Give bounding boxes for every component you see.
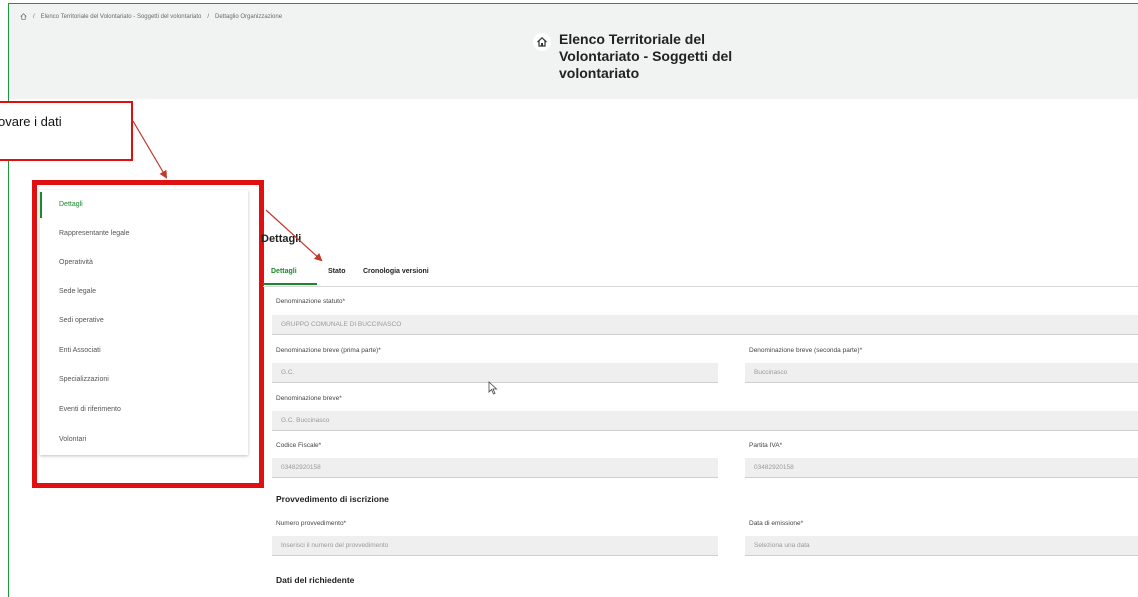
breadcrumb-separator: / [207, 13, 209, 20]
tab-bar: Dettagli Stato Cronologia versioni [263, 262, 1138, 287]
provvedimento-heading: Provvedimento di iscrizione [276, 494, 389, 504]
denominazione-breve-label: Denominazione breve* [276, 395, 342, 402]
tab-stato[interactable]: Stato [328, 268, 346, 275]
denominazione-breve-prima-label: Denominazione breve (prima parte)* [276, 347, 381, 354]
data-emissione-input[interactable]: Seleziona una data [745, 536, 1138, 556]
section-title: Dettagli [261, 233, 302, 245]
active-tab-indicator [263, 283, 317, 285]
richiedente-heading: Dati del richiedente [276, 575, 355, 585]
partita-iva-field[interactable]: 03482920158 [745, 458, 1138, 478]
denominazione-breve-prima-field[interactable]: G.C. [272, 363, 718, 383]
codice-fiscale-label: Codice Fiscale* [276, 442, 322, 449]
tab-cronologia-versioni[interactable]: Cronologia versioni [363, 268, 429, 275]
denominazione-breve-field[interactable]: G.C. Buccinasco [272, 411, 1138, 431]
breadcrumb-separator: / [33, 13, 35, 20]
numero-provvedimento-input[interactable]: Inserisci il numero del provvedimento [272, 536, 718, 556]
denominazione-statuto-label: Denominazione statuto* [276, 298, 346, 305]
breadcrumb: / Elenco Territoriale del Volontariato -… [20, 13, 282, 20]
app-title: Elenco Territoriale del Volontariato - S… [533, 31, 769, 82]
home-icon [533, 33, 551, 51]
page-title: Elenco Territoriale del Volontariato - S… [559, 31, 733, 81]
mouse-cursor-icon [488, 381, 498, 395]
data-emissione-label: Data di emissione* [749, 520, 804, 527]
annotation-callout: ovare i dati [0, 101, 133, 161]
denominazione-breve-seconda-label: Denominazione breve (seconda parte)* [749, 347, 863, 354]
denominazione-breve-seconda-field[interactable]: Buccinasco [745, 363, 1138, 383]
tab-dettagli[interactable]: Dettagli [271, 268, 297, 275]
sidebar-highlight-box [32, 180, 264, 488]
numero-provvedimento-label: Numero provvedimento* [276, 520, 347, 527]
denominazione-statuto-field[interactable]: GRUPPO COMUNALE DI BUCCINASCO [272, 315, 1138, 335]
codice-fiscale-field[interactable]: 03482920158 [272, 458, 718, 478]
breadcrumb-item-dettaglio: Dettaglio Organizzazione [215, 13, 283, 20]
partita-iva-label: Partita IVA* [749, 442, 783, 449]
callout-text: ovare i dati [0, 114, 62, 129]
breadcrumb-item-elenco[interactable]: Elenco Territoriale del Volontariato - S… [41, 14, 202, 20]
home-icon[interactable] [20, 13, 27, 20]
